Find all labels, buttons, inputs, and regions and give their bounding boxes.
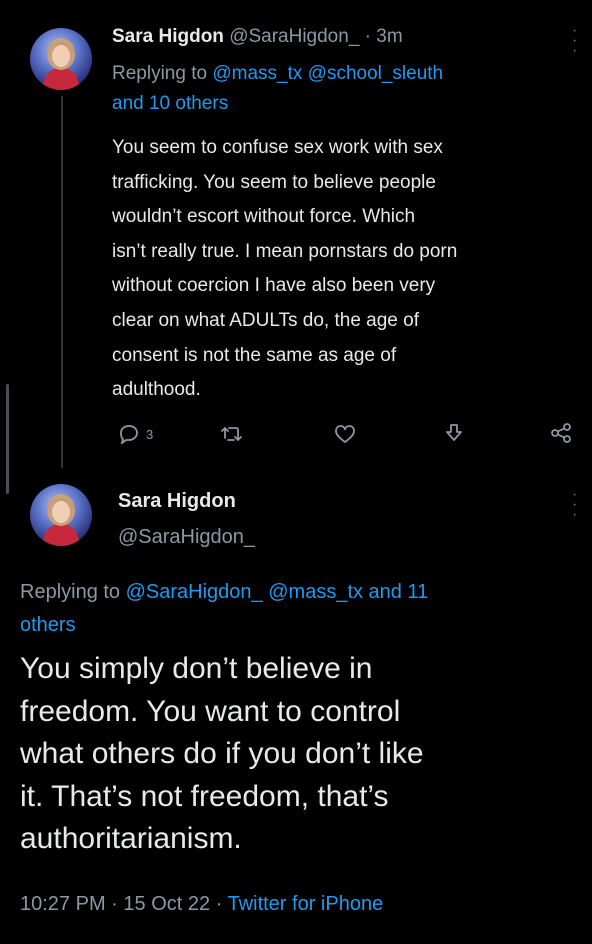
like-icon <box>335 425 355 444</box>
meta-separator: · <box>111 893 118 915</box>
replying-to: Replying to @mass_tx @school_sleuth and … <box>112 59 582 119</box>
replying-to: Replying to @SaraHigdon_ @mass_tx and 11… <box>20 576 560 642</box>
tweet-meta: 10:27 PM · 15 Oct 22 · Twitter for iPhon… <box>20 893 383 916</box>
more-icon[interactable]: · · · <box>572 23 577 59</box>
handle[interactable]: @SaraHigdon_ <box>118 526 255 549</box>
avatar[interactable] <box>30 28 92 90</box>
tweet-text-line: freedom. You want to control <box>20 694 401 728</box>
replying-prefix: Replying to <box>20 581 121 603</box>
tweet-text-line: clear on what ADULTs do, the age of <box>112 309 419 331</box>
replying-prefix: Replying to <box>112 63 208 84</box>
retweet-icon <box>221 427 242 441</box>
replying-others-link[interactable]: and 10 others <box>112 93 228 114</box>
display-name[interactable]: Sara Higdon <box>118 490 236 513</box>
tweet-text-line: what others do if you don’t like <box>20 737 424 770</box>
tweet1-text: You seem to confuse sex work with sex tr… <box>112 131 457 408</box>
replying-users-link[interactable]: @mass_tx @school_sleuth <box>212 63 443 84</box>
reply-button[interactable]: 3 <box>118 424 153 444</box>
reply-count: 3 <box>146 426 154 442</box>
timestamp[interactable]: · 3m <box>365 26 403 47</box>
share-icon <box>551 423 571 443</box>
tweet-text-line: it. That’s not freedom, that’s <box>20 779 389 813</box>
avatar[interactable] <box>30 484 92 546</box>
replying-users-link[interactable]: @SaraHigdon_ @mass_tx and 11 <box>126 581 429 603</box>
meta-separator: · <box>215 893 223 915</box>
tweet-text-line: authoritarianism. <box>20 822 242 855</box>
tweet-text-line: isn’t really true. I mean pornstars do p… <box>112 240 458 262</box>
download-icon <box>446 424 462 441</box>
download-button[interactable] <box>443 422 465 444</box>
handle[interactable]: @SaraHigdon_ <box>229 26 359 47</box>
tweet-text-line: You seem to confuse sex work with sex <box>112 137 443 158</box>
tweet-source-link[interactable]: Twitter for iPhone <box>228 893 384 915</box>
tweet-date[interactable]: 15 Oct 22 <box>123 893 210 915</box>
tweet-text-line: trafficking. You seem to believe people <box>112 171 436 193</box>
replying-others-link[interactable]: others <box>20 614 76 636</box>
tweet-text-line: adulthood. <box>112 379 201 401</box>
retweet-button[interactable] <box>220 424 244 444</box>
tweet2-text: You simply don’t believe in freedom. You… <box>20 648 424 861</box>
tweet-time[interactable]: 10:27 PM <box>20 893 106 915</box>
reply-icon <box>120 425 138 444</box>
share-button[interactable] <box>549 422 573 444</box>
display-name[interactable]: Sara Higdon <box>112 26 224 47</box>
thread-line <box>61 96 63 468</box>
scroll-indicator[interactable] <box>6 384 9 494</box>
tweet-text-line: You simply don’t believe in <box>20 652 373 685</box>
like-button[interactable] <box>334 424 356 444</box>
more-icon[interactable]: · · · <box>572 487 577 523</box>
tweet-text-line: wouldn’t escort without force. Which <box>112 206 416 228</box>
tweet-text-line: without coercion I have also been very <box>112 275 436 297</box>
tweet-text-line: consent is not the same as age of <box>112 344 397 366</box>
tweet1-header: Sara Higdon @SaraHigdon_ · 3m <box>112 26 403 48</box>
